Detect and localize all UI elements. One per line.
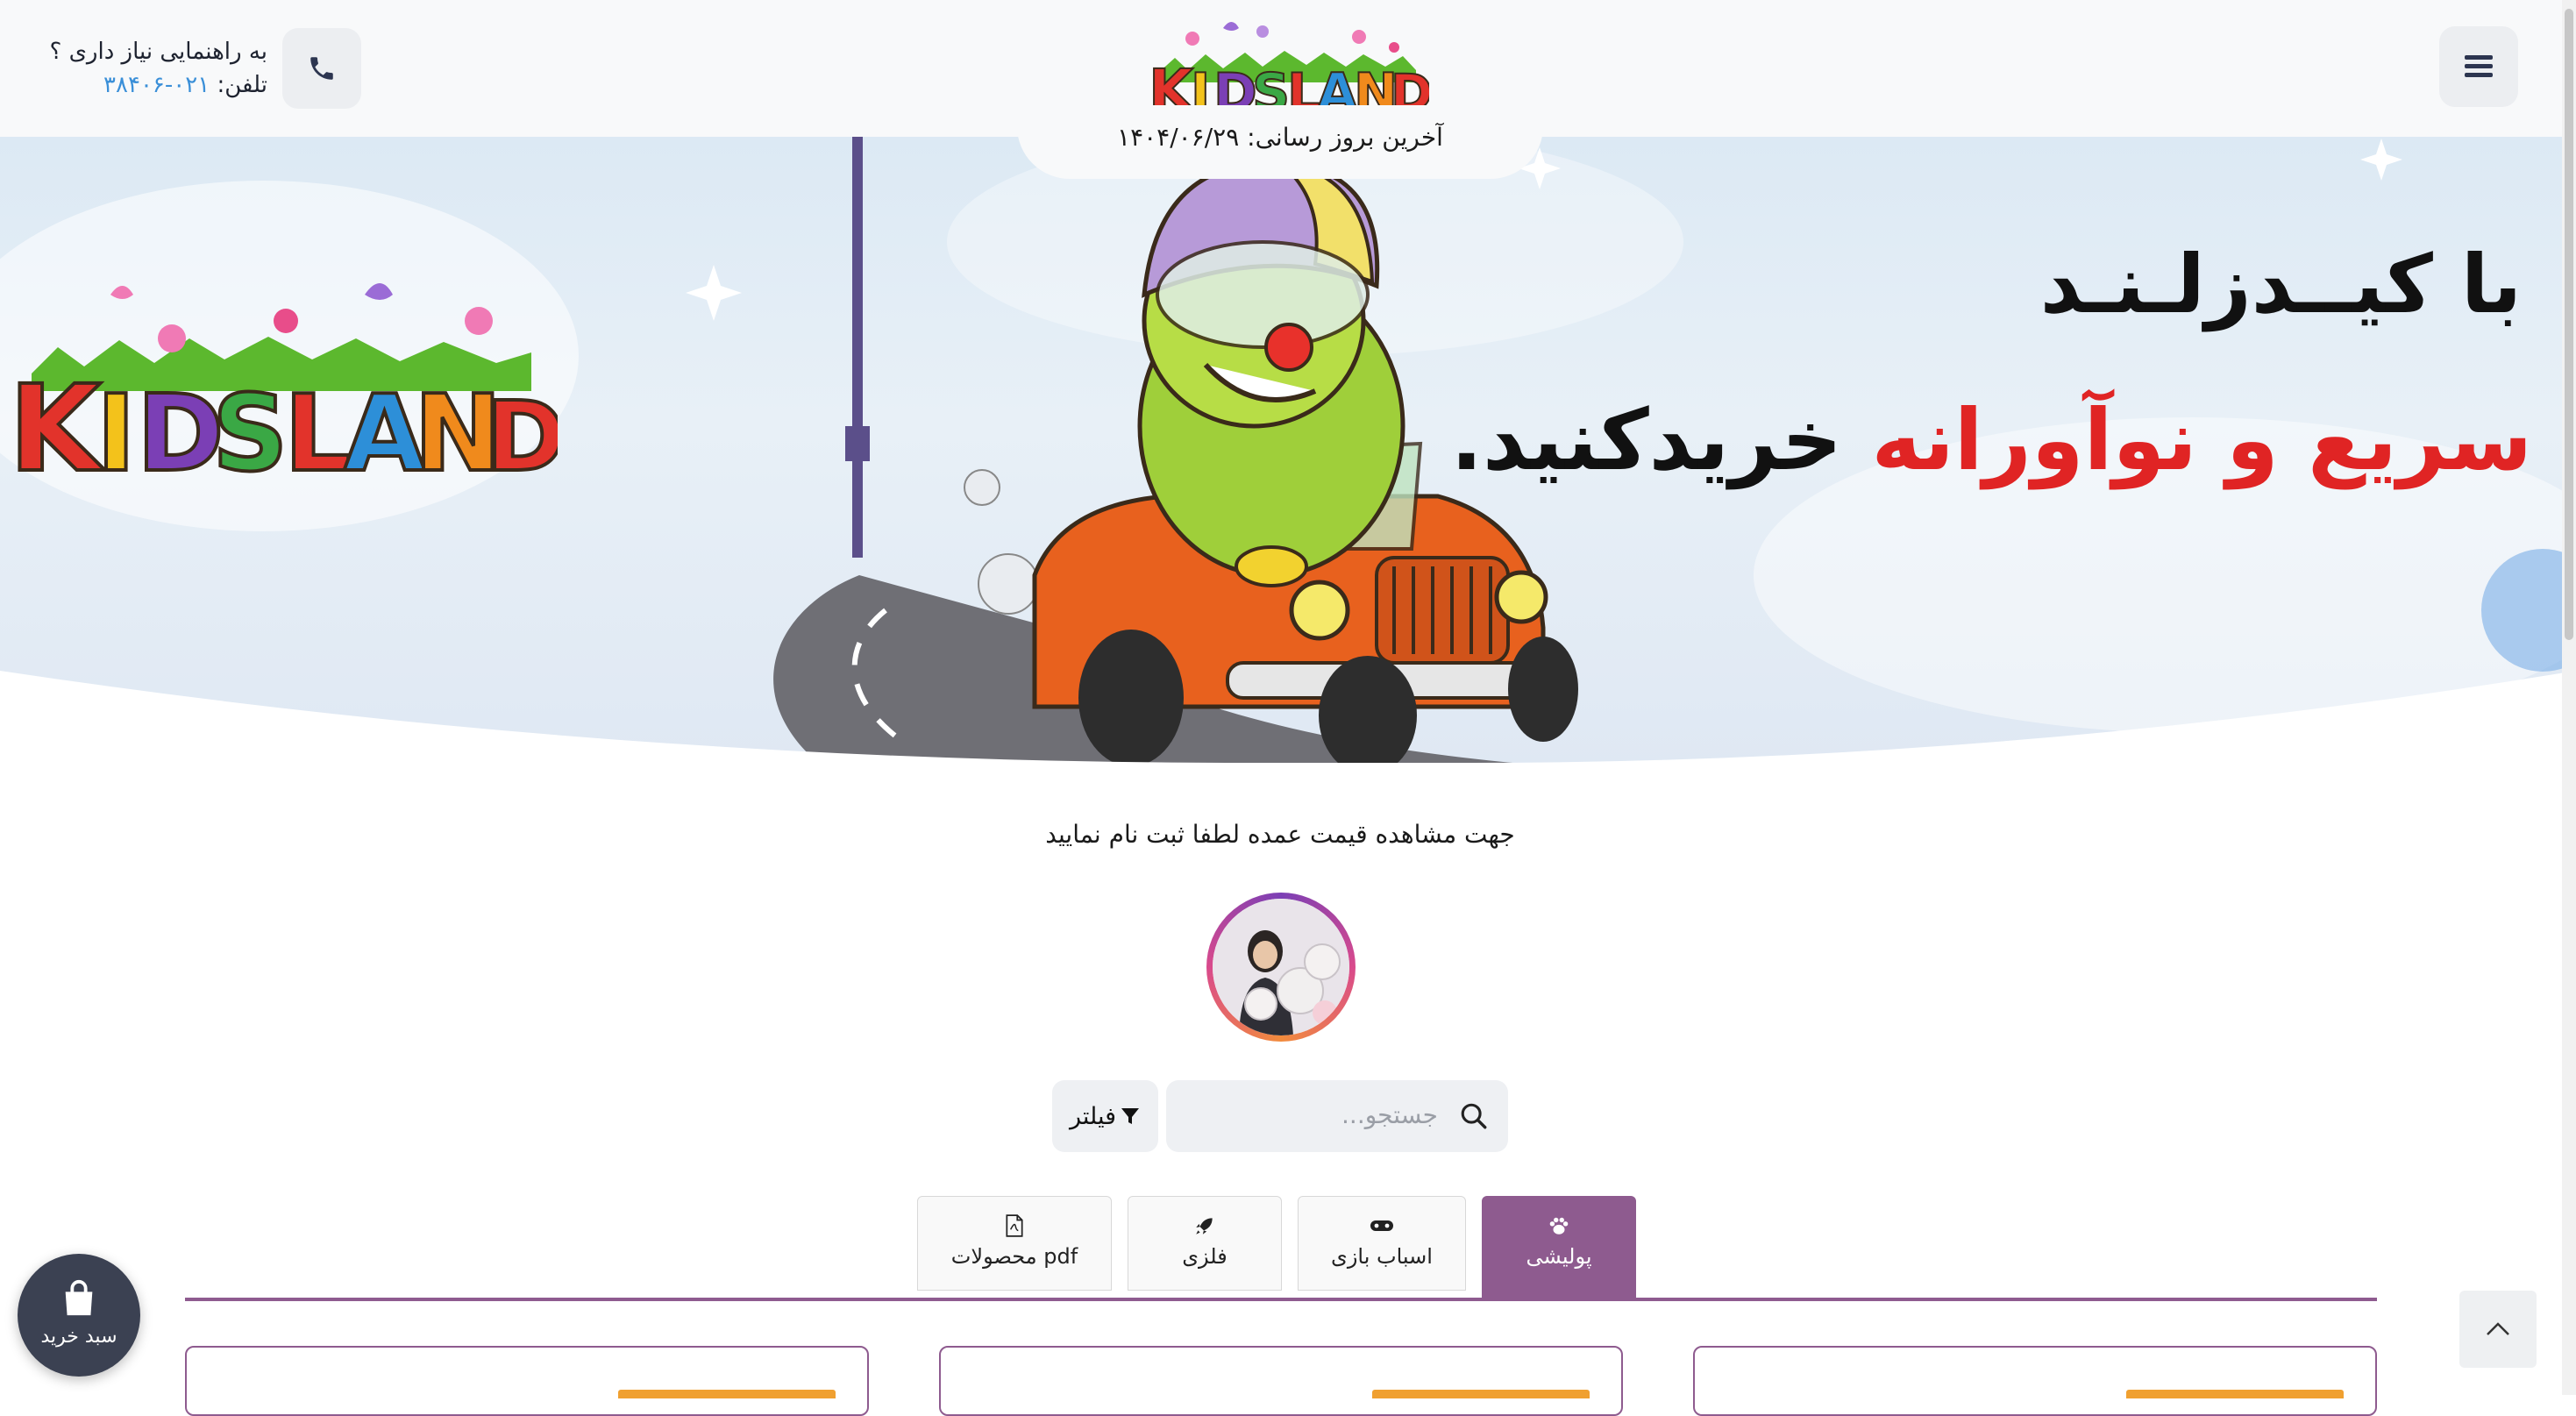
card-badge	[1372, 1390, 1590, 1398]
banner-highlight: سریع و نوآورانه	[1871, 391, 2532, 489]
paw-icon	[1549, 1217, 1569, 1235]
product-card[interactable]	[185, 1346, 869, 1416]
search-icon[interactable]	[1459, 1101, 1489, 1131]
tab-pdf-products[interactable]: pdf محصولات	[917, 1196, 1112, 1291]
svg-text:K: K	[9, 360, 105, 496]
story-avatar[interactable]	[1206, 893, 1356, 1042]
banner-logo: K I D S L A N D	[7, 283, 558, 496]
svg-text:D: D	[486, 381, 558, 493]
phone-number[interactable]: ۰۲۱-۳۸۴۰۶	[103, 72, 210, 98]
banner-cta-text: خریدکنید.	[1450, 391, 1843, 489]
rocket-icon	[1196, 1218, 1213, 1235]
tab-metal[interactable]: فلزی	[1128, 1196, 1282, 1291]
product-card[interactable]	[1693, 1346, 2377, 1416]
scrollbar-thumb[interactable]	[2565, 9, 2573, 640]
product-card[interactable]	[939, 1346, 1623, 1416]
filter-icon	[1121, 1108, 1140, 1124]
tab-plush[interactable]: پولیشی	[1482, 1196, 1636, 1301]
tab-label: pdf محصولات	[950, 1244, 1078, 1269]
menu-button[interactable]	[2439, 26, 2518, 107]
cart-button[interactable]: سبد خرید	[18, 1254, 140, 1377]
tabs-underline	[185, 1298, 2377, 1301]
card-badge	[618, 1390, 836, 1398]
svg-text:I: I	[96, 374, 136, 495]
card-badge	[2126, 1390, 2344, 1398]
filter-label: فیلتر	[1069, 1102, 1117, 1130]
avatar-image	[1213, 899, 1349, 1035]
pdf-file-icon	[1006, 1214, 1023, 1237]
filter-button[interactable]: فیلتر	[1052, 1080, 1158, 1152]
search-input[interactable]	[1199, 1099, 1440, 1130]
chevron-up-icon	[2487, 1322, 2509, 1335]
wholesale-notice: جهت مشاهده قیمت عمده لطفا ثبت نام نمایید	[1045, 820, 1515, 849]
banner-headline: با کیــدزلـنـد	[2039, 238, 2522, 331]
phone-icon	[310, 57, 333, 80]
tab-toys[interactable]: اسباب بازی	[1298, 1196, 1466, 1291]
site-logo[interactable]: K I D S L A N D	[1140, 12, 1434, 125]
gamepad-icon	[1370, 1220, 1393, 1231]
page-scrollbar[interactable]	[2562, 0, 2576, 1395]
help-contact: به راهنمایی نیاز داری ؟ تلفن: ۰۲۱-۳۸۴۰۶	[26, 35, 268, 102]
call-button[interactable]	[282, 28, 361, 109]
help-text: به راهنمایی نیاز داری ؟	[49, 39, 268, 65]
tab-label: پولیشی	[1526, 1244, 1592, 1269]
shopping-bag-icon	[65, 1279, 93, 1316]
banner-wave	[0, 671, 2576, 772]
svg-text:L: L	[284, 374, 351, 495]
hamburger-icon	[2465, 55, 2493, 77]
phone-label: تلفن:	[217, 72, 267, 98]
tab-label: فلزی	[1182, 1244, 1228, 1269]
tab-label: اسباب بازی	[1331, 1244, 1433, 1269]
banner-subheadline: سریع و نوآورانه خریدکنید.	[1451, 391, 2532, 489]
last-update: آخرین بروز رسانی: ۱۴۰۴/۰۶/۲۹	[1117, 123, 1443, 152]
scroll-to-top-button[interactable]	[2459, 1291, 2537, 1368]
svg-text:S: S	[212, 374, 288, 495]
cart-label: سبد خرید	[40, 1326, 117, 1348]
search-box[interactable]	[1166, 1080, 1508, 1152]
svg-text:D: D	[137, 374, 224, 495]
